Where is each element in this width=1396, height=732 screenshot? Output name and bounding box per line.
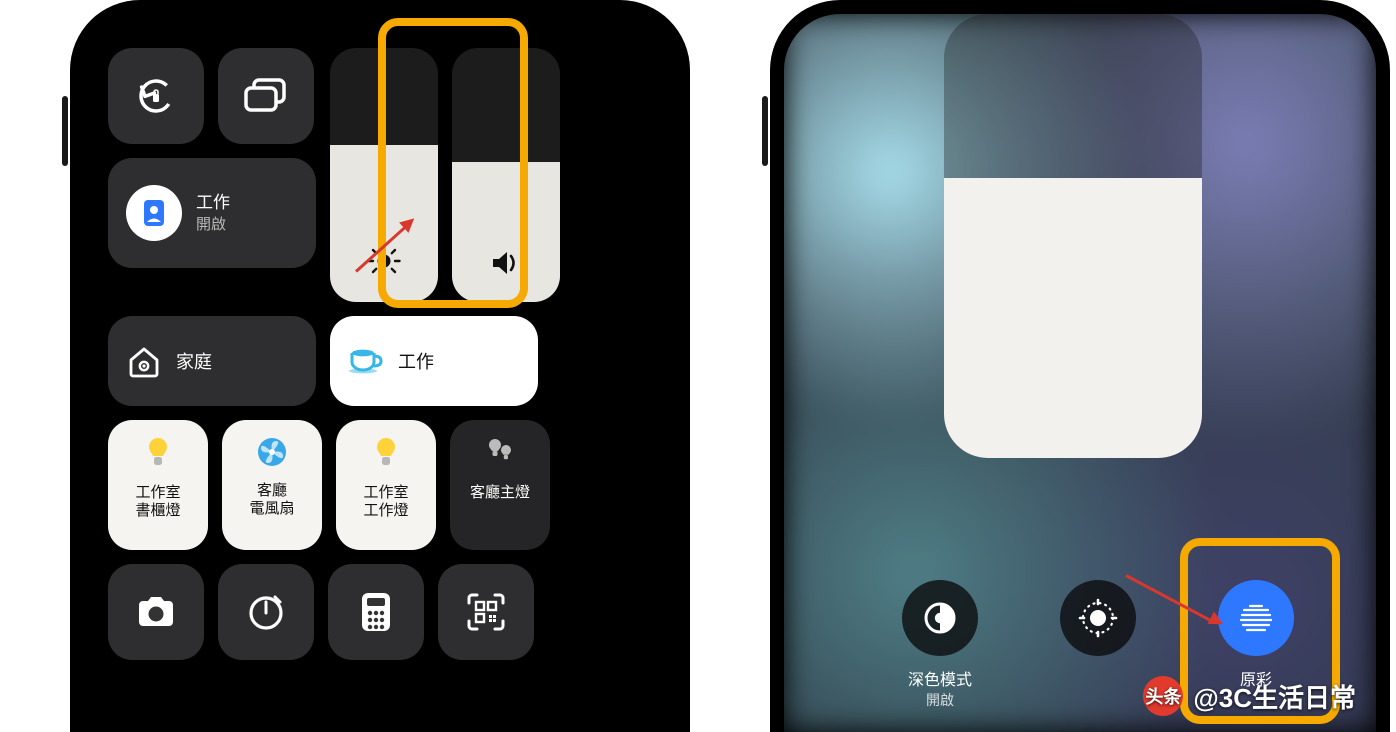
volume-slider[interactable] xyxy=(452,48,560,302)
device-tile-1[interactable]: 客廳電風扇 xyxy=(222,420,322,550)
dark-mode-icon xyxy=(920,598,960,638)
home-icon xyxy=(126,344,162,378)
home-button[interactable]: 家庭 xyxy=(108,316,316,406)
qr-icon xyxy=(465,591,507,633)
dark-mode-sub: 開啟 xyxy=(892,690,988,710)
device-label-2: 工作室工作燈 xyxy=(363,484,408,520)
true-tone-button[interactable]: 原彩 xyxy=(1208,580,1304,690)
cup-icon xyxy=(348,346,384,376)
night-shift-button[interactable] xyxy=(1050,580,1146,666)
true-tone-label: 原彩 xyxy=(1208,666,1304,690)
brightness-fill-expanded xyxy=(944,178,1202,458)
night-shift-circle xyxy=(1060,580,1136,656)
timer-icon xyxy=(245,591,287,633)
true-tone-circle xyxy=(1218,580,1294,656)
device-label-1: 客廳電風扇 xyxy=(249,482,294,518)
volume-fill xyxy=(452,162,560,302)
speaker-icon xyxy=(489,248,523,278)
bulbs-icon xyxy=(483,436,517,470)
phone-right: 深色模式 開啟 xyxy=(770,0,1390,732)
screen-mirroring-button[interactable] xyxy=(218,48,314,144)
rotation-lock-icon xyxy=(133,73,179,119)
scene-label: 工作 xyxy=(398,348,434,374)
device-tile-3[interactable]: 客廳主燈 xyxy=(450,420,550,550)
scene-work-button[interactable]: 工作 xyxy=(330,316,538,406)
control-center-left: 工作 開啟 xyxy=(84,14,676,732)
brightness-slider-expanded[interactable] xyxy=(944,14,1202,458)
phone-side-button xyxy=(762,96,768,166)
device-label-3: 客廳主燈 xyxy=(470,484,530,502)
home-label: 家庭 xyxy=(176,348,212,374)
calculator-icon xyxy=(359,590,393,634)
focus-sub: 開啟 xyxy=(196,213,230,234)
bulb-icon xyxy=(145,436,171,470)
bulb-icon xyxy=(373,436,399,470)
dark-mode-circle xyxy=(902,580,978,656)
phone-side-button xyxy=(62,96,68,166)
screen-mirroring-icon xyxy=(242,76,290,116)
rotation-lock-button[interactable] xyxy=(108,48,204,144)
timer-button[interactable] xyxy=(218,564,314,660)
brightness-slider[interactable] xyxy=(330,48,438,302)
sun-icon xyxy=(367,244,401,278)
focus-avatar xyxy=(126,185,182,241)
device-tile-0[interactable]: 工作室書櫃燈 xyxy=(108,420,208,550)
focus-title: 工作 xyxy=(196,192,230,213)
brightness-fill xyxy=(330,145,438,302)
id-card-icon xyxy=(140,198,168,228)
true-tone-icon xyxy=(1236,598,1276,638)
night-shift-icon xyxy=(1077,597,1119,639)
qr-scan-button[interactable] xyxy=(438,564,534,660)
camera-icon xyxy=(134,594,178,630)
dark-mode-button[interactable]: 深色模式 開啟 xyxy=(892,580,988,710)
focus-button[interactable]: 工作 開啟 xyxy=(108,158,316,268)
device-tile-2[interactable]: 工作室工作燈 xyxy=(336,420,436,550)
phone-left: 工作 開啟 xyxy=(70,0,690,732)
calculator-button[interactable] xyxy=(328,564,424,660)
dark-mode-label: 深色模式 xyxy=(892,666,988,690)
fan-icon xyxy=(256,436,288,468)
device-label-0: 工作室書櫃燈 xyxy=(135,484,180,520)
camera-button[interactable] xyxy=(108,564,204,660)
